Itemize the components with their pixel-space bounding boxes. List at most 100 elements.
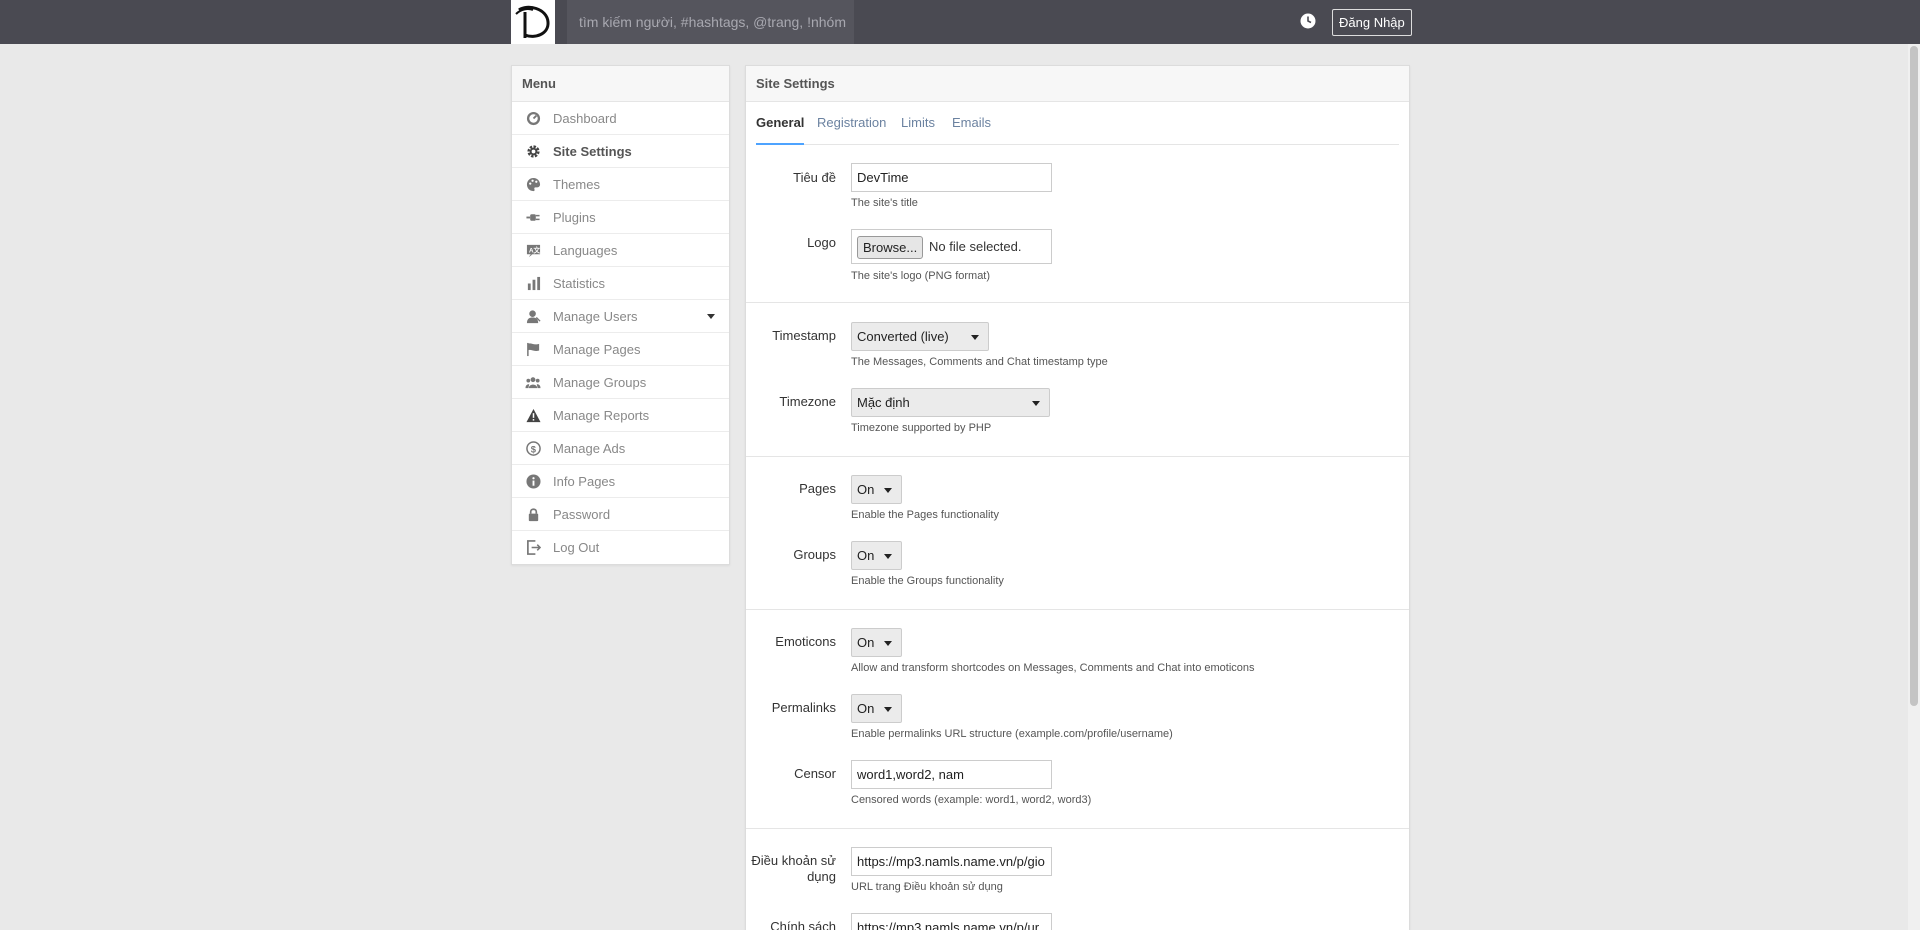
terms-label: Điều khoản sử dụng <box>746 853 836 885</box>
censor-input[interactable]: word1,word2, nam <box>851 760 1052 789</box>
permalinks-hint: Enable permalinks URL structure (example… <box>851 728 1173 740</box>
tab-registration[interactable]: Registration <box>817 102 886 145</box>
sidebar-item-themes[interactable]: Themes <box>512 168 729 201</box>
site-logo[interactable] <box>511 0 555 44</box>
groups-value: On <box>857 548 875 563</box>
site-settings-panel: Site Settings General Registration Limit… <box>745 65 1410 930</box>
sidebar-item-label: Dashboard <box>553 110 617 126</box>
chevron-down-icon <box>1032 401 1040 406</box>
timestamp-select[interactable]: Converted (live) <box>851 322 989 351</box>
login-button[interactable]: Đăng Nhập <box>1332 9 1412 36</box>
tab-limits[interactable]: Limits <box>901 102 935 145</box>
permalinks-select[interactable]: On <box>851 694 902 723</box>
info-icon <box>525 473 541 489</box>
terms-hint: URL trang Điều khoản sử dụng <box>851 881 1003 893</box>
sidebar-item-manage-users[interactable]: Manage Users <box>512 300 729 333</box>
sidebar-item-languages[interactable]: A文 Languages <box>512 234 729 267</box>
chevron-down-icon[interactable] <box>707 314 715 319</box>
settings-tabs: General Registration Limits Emails <box>756 102 1399 145</box>
sidebar-item-label: Themes <box>553 176 600 192</box>
privacy-label: Chính sách <box>770 919 836 930</box>
emoticons-hint: Allow and transform shortcodes on Messag… <box>851 662 1255 674</box>
warning-icon <box>525 407 541 423</box>
pages-label: Pages <box>799 481 836 496</box>
logo-hint: The site's logo (PNG format) <box>851 270 991 282</box>
palette-icon <box>525 176 541 192</box>
sidebar-item-log-out[interactable]: Log Out <box>512 531 729 564</box>
section-divider <box>746 456 1409 457</box>
pages-value: On <box>857 482 875 497</box>
site-title-input[interactable]: DevTime <box>851 163 1052 192</box>
sidebar-item-info-pages[interactable]: Info Pages <box>512 465 729 498</box>
sidebar-item-manage-groups[interactable]: Manage Groups <box>512 366 729 399</box>
emoticons-select[interactable]: On <box>851 628 902 657</box>
sidebar-item-label: Statistics <box>553 275 606 291</box>
terms-label-line1: Điều khoản sử <box>751 853 836 868</box>
terms-label-line2: dụng <box>807 869 836 884</box>
censor-label: Censor <box>794 766 836 781</box>
timestamp-hint: The Messages, Comments and Chat timestam… <box>851 356 1108 368</box>
sidebar-item-dashboard[interactable]: Dashboard <box>512 102 729 135</box>
chevron-down-icon <box>884 641 892 646</box>
sidebar-item-label: Manage Groups <box>553 374 647 390</box>
top-navbar: tìm kiếm người, #hashtags, @trang, !nhóm… <box>0 0 1920 44</box>
timestamp-value: Converted (live) <box>857 329 949 344</box>
logout-icon <box>525 540 541 556</box>
chevron-down-icon <box>884 707 892 712</box>
page-title: Site Settings <box>746 66 1409 102</box>
section-divider <box>746 609 1409 610</box>
sidebar-item-manage-pages[interactable]: Manage Pages <box>512 333 729 366</box>
svg-text:$: $ <box>530 444 536 454</box>
sidebar-item-label: Plugins <box>553 209 596 225</box>
permalinks-value: On <box>857 701 875 716</box>
gear-icon <box>525 143 541 159</box>
search-input[interactable]: tìm kiếm người, #hashtags, @trang, !nhóm <box>567 0 854 44</box>
sidebar-item-label: Log Out <box>553 540 600 555</box>
section-divider <box>746 302 1409 303</box>
timestamp-label: Timestamp <box>772 328 836 343</box>
users-icon <box>525 374 541 390</box>
sidebar-item-label: Info Pages <box>553 473 616 489</box>
section-divider <box>746 828 1409 829</box>
chevron-down-icon <box>884 488 892 493</box>
logo-file-input: Browse... No file selected. <box>851 229 1052 264</box>
tab-general[interactable]: General <box>756 102 805 145</box>
sidebar-item-manage-ads[interactable]: $ Manage Ads <box>512 432 729 465</box>
groups-select[interactable]: On <box>851 541 902 570</box>
title-label: Tiêu đề <box>793 170 836 185</box>
plug-icon <box>525 209 541 225</box>
sidebar-item-manage-reports[interactable]: Manage Reports <box>512 399 729 432</box>
timezone-hint: Timezone supported by PHP <box>851 422 992 434</box>
sidebar-item-statistics[interactable]: Statistics <box>512 267 729 300</box>
sidebar-item-label: Languages <box>553 242 618 258</box>
tab-emails[interactable]: Emails <box>952 102 991 145</box>
flag-icon <box>525 341 541 357</box>
pages-select[interactable]: On <box>851 475 902 504</box>
terms-url-input[interactable]: https://mp3.namls.name.vn/p/gio <box>851 847 1052 876</box>
sidebar-item-site-settings[interactable]: Site Settings <box>512 135 729 168</box>
sidebar-item-plugins[interactable]: Plugins <box>512 201 729 234</box>
svg-text:A文: A文 <box>528 245 540 254</box>
scrollbar-thumb[interactable] <box>1910 46 1918 706</box>
site-title-hint: The site's title <box>851 197 918 209</box>
censor-hint: Censored words (example: word1, word2, w… <box>851 794 1092 806</box>
privacy-url-input[interactable]: https://mp3.namls.name.vn/p/ur <box>851 913 1052 930</box>
sidebar-item-label: Password <box>553 506 611 522</box>
dashboard-icon <box>525 110 541 126</box>
groups-hint: Enable the Groups functionality <box>851 575 1004 587</box>
language-icon: A文 <box>525 242 541 258</box>
timezone-select[interactable]: Mặc định <box>851 388 1050 417</box>
sidebar-item-password[interactable]: Password <box>512 498 729 531</box>
browse-button[interactable]: Browse... <box>857 236 924 259</box>
timezone-value: Mặc định <box>857 395 910 410</box>
logo-label: Logo <box>807 235 836 250</box>
sidebar-item-label: Manage Users <box>553 308 638 324</box>
sidebar-item-label: Manage Pages <box>553 341 641 357</box>
sidebar-item-label: Manage Reports <box>553 407 650 423</box>
timezone-label: Timezone <box>779 394 836 409</box>
lock-icon <box>525 506 541 522</box>
clock-icon[interactable] <box>1299 12 1317 30</box>
sidebar-item-label: Site Settings <box>553 143 632 159</box>
user-icon <box>525 308 541 324</box>
groups-label: Groups <box>793 547 836 562</box>
